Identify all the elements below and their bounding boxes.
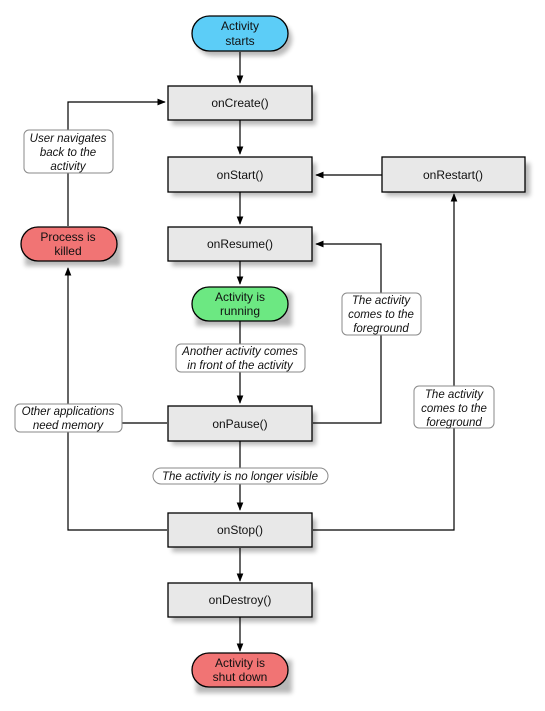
node-label: Activity: [221, 19, 259, 33]
node-activity-shut-down: Activity is shut down: [191, 652, 292, 693]
node-label: Process is: [40, 230, 95, 244]
node-label: onResume(): [207, 237, 273, 251]
node-activity-starts: Activity starts: [191, 15, 292, 56]
label-another-activity: Another activity comes in front of the a…: [175, 343, 306, 373]
activity-lifecycle-diagram: Activity starts onCreate() onStart() onR…: [14, 15, 530, 693]
node-activity-running: Activity is running: [191, 286, 292, 326]
edge-label-text: Other applications: [22, 406, 115, 418]
label-no-longer-visible: The activity is no longer visible: [152, 467, 329, 485]
node-label: running: [220, 304, 260, 318]
edge-label-text: comes to the: [348, 309, 414, 321]
edge-label-text: User navigates: [30, 133, 107, 145]
edge-label-text: need memory: [33, 420, 105, 432]
node-onstop: onStop(): [167, 512, 316, 552]
node-label: onCreate(): [211, 96, 268, 110]
node-onpause: onPause(): [167, 405, 316, 445]
edge-label-text: The activity: [352, 295, 411, 307]
node-label: onDestroy(): [209, 593, 272, 607]
node-label: Activity is: [215, 656, 265, 670]
node-label: killed: [54, 244, 81, 258]
node-label: onStart(): [217, 168, 264, 182]
node-onresume: onResume(): [167, 226, 316, 266]
node-oncreate: onCreate(): [167, 85, 316, 125]
node-onrestart: onRestart(): [381, 156, 530, 196]
edge-label-text: foreground: [353, 323, 409, 335]
edge-label-text: in front of the activity: [187, 360, 294, 372]
node-label: shut down: [213, 670, 268, 684]
edge-label-text: activity: [50, 161, 86, 173]
label-user-navigates-back: User navigates back to the activity: [23, 129, 114, 174]
edge-label-text: The activity is no longer visible: [162, 471, 318, 483]
edge-onstop-to-killed: [67, 423, 167, 531]
edge-label-text: Another activity comes: [181, 346, 298, 358]
node-label: Activity is: [215, 290, 265, 304]
label-other-apps-memory: Other applications need memory: [14, 403, 123, 433]
label-comes-foreground-restart: The activity comes to the foreground: [413, 385, 495, 429]
node-label: onPause(): [212, 417, 267, 431]
edge-label-text: back to the: [40, 147, 96, 159]
node-label: onRestart(): [423, 168, 483, 182]
node-ondestroy: onDestroy(): [167, 582, 316, 622]
edge-label-text: The activity: [425, 389, 484, 401]
node-label: onStop(): [217, 523, 263, 537]
node-onstart: onStart(): [167, 156, 316, 196]
edge-label-text: comes to the: [421, 403, 487, 415]
edge-label-text: foreground: [426, 417, 482, 429]
node-label: starts: [225, 34, 254, 48]
edge-onpause-to-killed: [64, 267, 167, 424]
node-process-killed: Process is killed: [20, 226, 121, 266]
label-comes-foreground-resume: The activity comes to the foreground: [341, 292, 422, 336]
